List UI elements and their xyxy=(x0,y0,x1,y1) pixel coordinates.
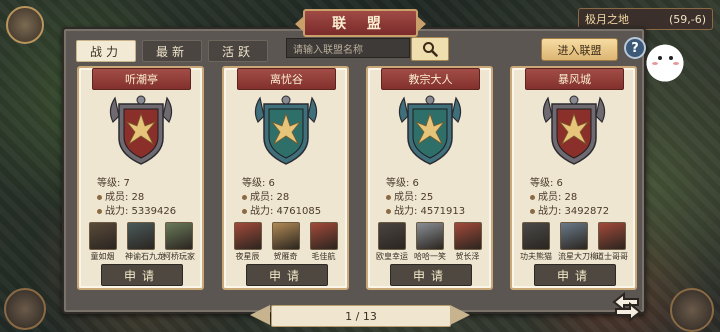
tab-active[interactable]: 活跃 xyxy=(208,40,268,62)
member-name: 夜星辰 xyxy=(235,252,260,261)
member-name: 柯桥玩家 xyxy=(163,252,195,261)
alliance-emblem-icon xyxy=(538,92,610,168)
tab-latest[interactable]: 最新 xyxy=(142,40,202,62)
member-name: 童如烟 xyxy=(90,252,115,261)
alliance-level: 等级: 6 xyxy=(530,178,563,189)
member-avatar-icon xyxy=(88,222,117,250)
member-name: 贺雁奇 xyxy=(273,252,298,261)
alliance-emblem-icon xyxy=(105,92,177,168)
member-portrait[interactable]: 功夫熊猫 xyxy=(520,222,552,262)
apply-button[interactable]: 申请 xyxy=(246,264,328,286)
player-avatar[interactable] xyxy=(6,6,44,44)
alliance-card[interactable]: 暴风城 等级: 6 成员: 28 战力: 3492872 功夫熊猫 流星大刀柳 … xyxy=(510,66,637,290)
member-portrait[interactable]: 哈哈一笑 xyxy=(414,222,446,262)
apply-button[interactable]: 申请 xyxy=(390,264,472,286)
back-button[interactable] xyxy=(607,288,647,326)
member-avatar-icon xyxy=(453,222,482,250)
alliance-members: 成员: 25 xyxy=(386,188,433,203)
enter-alliance-button[interactable]: 进入联盟 xyxy=(541,38,618,61)
search-input[interactable]: 请输入联盟名称 xyxy=(286,38,410,58)
panel-title: 联 盟 xyxy=(295,9,426,37)
next-page-arrow-icon[interactable] xyxy=(450,305,470,325)
member-avatar-icon xyxy=(597,222,626,250)
return-arrow-icon xyxy=(612,291,642,323)
member-name: 欧皇幸运 xyxy=(376,252,408,261)
alliance-power: 战力: 4761085 xyxy=(242,202,321,217)
alliance-power: 战力: 3492872 xyxy=(530,202,609,217)
alliance-level: 等级: 6 xyxy=(386,178,419,189)
mascot-icon[interactable] xyxy=(641,40,689,82)
alliance-emblem-icon xyxy=(394,92,466,168)
member-portrait[interactable]: 夜星辰 xyxy=(232,222,263,262)
alliance-card[interactable]: 教宗大人 等级: 6 成员: 25 战力: 4571913 欧皇幸运 哈哈一笑 … xyxy=(366,66,493,290)
alliance-power: 战力: 5339426 xyxy=(97,202,176,217)
alliance-name: 暴风城 xyxy=(525,68,624,90)
member-avatar-icon xyxy=(309,222,338,250)
member-name: 贺长泽 xyxy=(455,252,480,261)
member-portrait[interactable]: 贺长泽 xyxy=(452,222,483,262)
tab-power[interactable]: 战力 xyxy=(76,40,136,62)
hero-portrait-right-icon[interactable] xyxy=(670,288,714,332)
alliance-card[interactable]: 离忧谷 等级: 6 成员: 28 战力: 4761085 夜星辰 贺雁奇 毛佳航… xyxy=(222,66,349,290)
member-avatar-icon xyxy=(415,222,444,250)
member-name: 神谕石九龙 xyxy=(125,252,165,261)
member-avatar-icon xyxy=(164,222,193,250)
page-indicator: 1 / 13 xyxy=(271,305,451,327)
member-avatar-icon xyxy=(126,222,155,250)
member-portrait[interactable]: 欧皇幸运 xyxy=(376,222,408,262)
alliance-level: 等级: 7 xyxy=(97,178,130,189)
map-name: 极月之地 xyxy=(585,13,629,26)
member-avatar-icon xyxy=(559,222,588,250)
apply-button[interactable]: 申请 xyxy=(534,264,616,286)
alliance-emblem-icon xyxy=(250,92,322,168)
member-name: 毛佳航 xyxy=(311,252,336,261)
member-portrait[interactable]: 柯桥玩家 xyxy=(163,222,195,262)
alliance-name: 教宗大人 xyxy=(381,68,480,90)
member-avatar-icon xyxy=(233,222,262,250)
member-portrait[interactable]: 贺雁奇 xyxy=(270,222,301,262)
alliance-members: 成员: 28 xyxy=(530,188,577,203)
member-name: 流星大刀柳 xyxy=(558,252,598,261)
member-portrait[interactable]: 流星大刀柳 xyxy=(558,222,598,262)
prev-page-arrow-icon[interactable] xyxy=(250,305,270,325)
map-coords: (59,-6) xyxy=(668,12,706,26)
member-avatar-icon xyxy=(271,222,300,250)
alliance-card[interactable]: 听潮亭 等级: 7 成员: 28 战力: 5339426 童如烟 神谕石九龙 柯… xyxy=(77,66,204,290)
member-name: 道士哥哥 xyxy=(596,252,628,261)
alliance-level: 等级: 6 xyxy=(242,178,275,189)
alliance-name: 离忧谷 xyxy=(237,68,336,90)
member-portrait[interactable]: 童如烟 xyxy=(87,222,118,262)
member-name: 功夫熊猫 xyxy=(520,252,552,261)
alliance-members: 成员: 28 xyxy=(97,188,144,203)
alliance-members: 成员: 28 xyxy=(242,188,289,203)
member-portrait[interactable]: 道士哥哥 xyxy=(596,222,628,262)
search-button[interactable] xyxy=(411,37,449,61)
alliance-power: 战力: 4571913 xyxy=(386,202,465,217)
member-portrait[interactable]: 神谕石九龙 xyxy=(125,222,165,262)
member-name: 哈哈一笑 xyxy=(414,252,446,261)
member-avatar-icon xyxy=(521,222,550,250)
member-avatar-icon xyxy=(377,222,406,250)
alliance-name: 听潮亭 xyxy=(92,68,191,90)
hero-portrait-icon[interactable] xyxy=(4,288,46,330)
search-icon xyxy=(423,42,438,57)
apply-button[interactable]: 申请 xyxy=(101,264,183,286)
member-portrait[interactable]: 毛佳航 xyxy=(308,222,339,262)
